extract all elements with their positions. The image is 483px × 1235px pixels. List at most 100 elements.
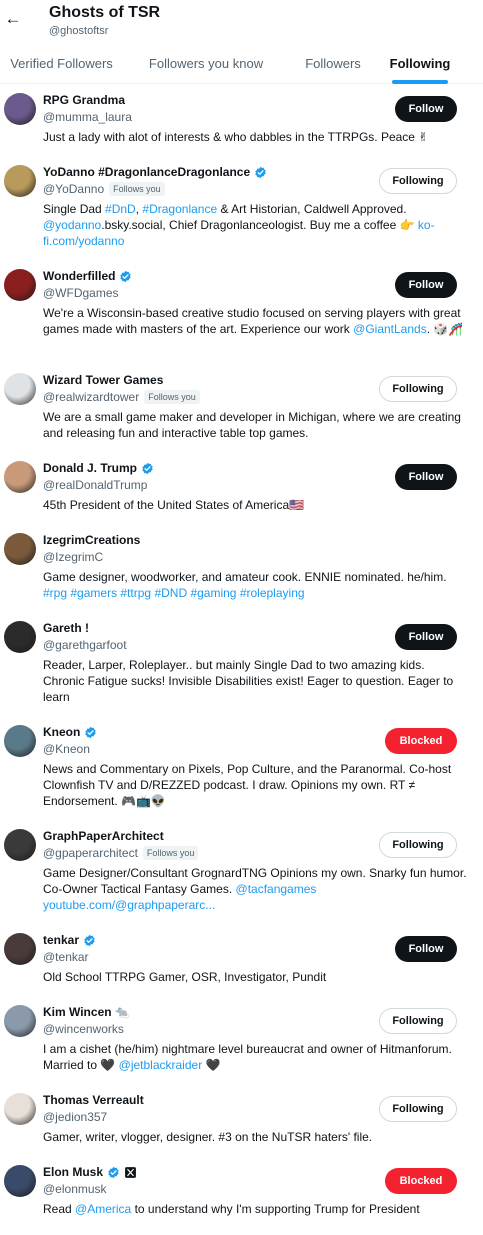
bio-link[interactable]: #DnD — [105, 202, 136, 216]
bio-link[interactable]: @America — [75, 1202, 131, 1216]
user-row[interactable]: Wizard Tower Games @realwizardtower Follow… — [0, 364, 483, 452]
user-row[interactable]: Wonderfilled @WFDgames We're a Wisconsin-b… — [0, 260, 483, 364]
bio-link[interactable]: #roleplaying — [240, 586, 305, 600]
avatar[interactable] — [4, 829, 36, 861]
avatar[interactable] — [4, 1093, 36, 1125]
user-handle[interactable]: @mumma_laura — [43, 109, 132, 125]
bio-link[interactable]: #gaming — [190, 586, 236, 600]
user-handle[interactable]: @IzegrimC — [43, 549, 103, 565]
user-display-name[interactable]: IzegrimCreations — [43, 532, 140, 548]
bio-link[interactable]: @jetblackraider — [119, 1058, 203, 1072]
avatar[interactable] — [4, 725, 36, 757]
follow-button[interactable]: Follow — [395, 464, 457, 490]
page-header: ← Ghosts of TSR @ghostoftsr — [0, 0, 483, 42]
x-affiliation-icon — [125, 1166, 136, 1178]
tab-followers-you-know[interactable]: Followers you know — [123, 42, 289, 84]
avatar[interactable] — [4, 461, 36, 493]
user-handle[interactable]: @Kneon — [43, 741, 90, 757]
tab-bar: Verified Followers Followers you know Fo… — [0, 42, 483, 84]
user-row[interactable]: GraphPaperArchitect @gpaperarchitect Follo… — [0, 820, 483, 924]
bio-link[interactable]: #gamers — [70, 586, 117, 600]
user-bio: Reader, Larper, Roleplayer.. but mainly … — [43, 658, 454, 704]
avatar[interactable] — [4, 269, 36, 301]
user-row[interactable]: Kneon @Kneon News and Commentary on Pixels… — [0, 716, 483, 820]
avatar[interactable] — [4, 533, 36, 565]
user-display-name[interactable]: Kim Wincen 🐀 — [43, 1004, 130, 1020]
bio-link[interactable]: #Dragonlance — [142, 202, 217, 216]
bio-link[interactable]: #DND — [154, 586, 187, 600]
user-display-name[interactable]: Thomas Verreault — [43, 1092, 144, 1108]
avatar[interactable] — [4, 373, 36, 405]
user-bio: Old School TTRPG Gamer, OSR, Investigato… — [43, 970, 327, 984]
following-button[interactable]: Following — [379, 168, 457, 194]
user-display-name[interactable]: Donald J. Trump — [43, 460, 137, 476]
bio-link[interactable]: @tacfangames — [236, 882, 317, 896]
following-button[interactable]: Following — [379, 376, 457, 402]
bio-link[interactable]: youtube.com/@graphpaperarc... — [43, 898, 215, 912]
arrow-left-icon[interactable]: ← — [4, 8, 22, 30]
user-bio: 45th President of the United States of A… — [43, 498, 305, 512]
user-name-line: IzegrimCreations — [43, 532, 471, 548]
follow-button[interactable]: Follow — [395, 936, 457, 962]
user-display-name[interactable]: RPG Grandma — [43, 92, 125, 108]
bio-link[interactable]: #ttrpg — [120, 586, 151, 600]
avatar[interactable] — [4, 621, 36, 653]
user-row[interactable]: RPG Grandma @mumma_laura Just a lady with … — [0, 84, 483, 156]
following-button[interactable]: Following — [379, 832, 457, 858]
follow-button[interactable]: Follow — [395, 96, 457, 122]
user-row[interactable]: Thomas Verreault @jedion357 Gamer, writer,… — [0, 1084, 483, 1156]
tab-following[interactable]: Following — [377, 42, 463, 84]
blocked-button[interactable]: Blocked — [385, 728, 457, 754]
user-handle-line: @IzegrimC — [43, 549, 471, 565]
user-row[interactable]: Kim Wincen 🐀 @wincenworks I am a cishet (h… — [0, 996, 483, 1084]
user-handle[interactable]: @YoDanno — [43, 181, 104, 197]
user-handle[interactable]: @wincenworks — [43, 1021, 124, 1037]
following-button[interactable]: Following — [379, 1008, 457, 1034]
follow-button[interactable]: Follow — [395, 272, 457, 298]
follows-you-badge: Follows you — [109, 182, 165, 196]
user-row[interactable]: YoDanno #DragonlanceDragonlance @YoDanno F… — [0, 156, 483, 260]
user-display-name[interactable]: YoDanno #DragonlanceDragonlance — [43, 164, 250, 180]
user-list: RPG Grandma @mumma_laura Just a lady with … — [0, 84, 483, 1228]
tab-followers[interactable]: Followers — [289, 42, 377, 84]
bio-link[interactable]: #rpg — [43, 586, 67, 600]
user-row[interactable]: Gareth ! @garethgarfoot Reader, Larper, Ro… — [0, 612, 483, 716]
avatar[interactable] — [4, 93, 36, 125]
user-bio: Single Dad #DnD, #Dragonlance & Art Hist… — [43, 202, 435, 248]
user-display-name[interactable]: GraphPaperArchitect — [43, 828, 164, 844]
user-display-name[interactable]: tenkar — [43, 932, 79, 948]
user-display-name[interactable]: Gareth ! — [43, 620, 89, 636]
user-row[interactable]: Donald J. Trump @realDonaldTrump 45th Pres… — [0, 452, 483, 524]
bio-link[interactable]: ko-fi.com/yodanno — [43, 218, 435, 248]
tab-verified-followers[interactable]: Verified Followers — [0, 42, 123, 84]
user-display-name[interactable]: Elon Musk — [43, 1164, 103, 1180]
avatar[interactable] — [4, 1165, 36, 1197]
user-handle[interactable]: @WFDgames — [43, 285, 119, 301]
user-row[interactable]: Elon Musk @elonmusk Read @America to under… — [0, 1156, 483, 1228]
user-row[interactable]: tenkar @tenkar Old School TTRPG Gamer, OSR… — [0, 924, 483, 996]
bio-link[interactable]: @GiantLands — [353, 322, 427, 336]
verified-badge-icon — [85, 726, 96, 738]
bio-link[interactable]: @yodanno — [43, 218, 101, 232]
avatar[interactable] — [4, 165, 36, 197]
following-button[interactable]: Following — [379, 1096, 457, 1122]
user-row[interactable]: IzegrimCreations @IzegrimC Game designer, … — [0, 524, 483, 612]
user-handle[interactable]: @garethgarfoot — [43, 637, 127, 653]
user-bio: We're a Wisconsin-based creative studio … — [43, 306, 464, 336]
user-handle[interactable]: @tenkar — [43, 949, 89, 965]
user-handle[interactable]: @realwizardtower — [43, 389, 139, 405]
user-handle[interactable]: @elonmusk — [43, 1181, 107, 1197]
verified-badge-icon — [108, 1166, 119, 1178]
user-display-name[interactable]: Kneon — [43, 724, 80, 740]
follow-button[interactable]: Follow — [395, 624, 457, 650]
user-handle[interactable]: @realDonaldTrump — [43, 477, 147, 493]
user-handle[interactable]: @gpaperarchitect — [43, 845, 138, 861]
avatar[interactable] — [4, 933, 36, 965]
tab-label: Following — [389, 55, 451, 71]
user-display-name[interactable]: Wonderfilled — [43, 268, 115, 284]
user-display-name[interactable]: Wizard Tower Games — [43, 372, 163, 388]
user-handle[interactable]: @jedion357 — [43, 1109, 107, 1125]
avatar[interactable] — [4, 1005, 36, 1037]
tab-label: Verified Followers — [10, 55, 113, 71]
blocked-button[interactable]: Blocked — [385, 1168, 457, 1194]
